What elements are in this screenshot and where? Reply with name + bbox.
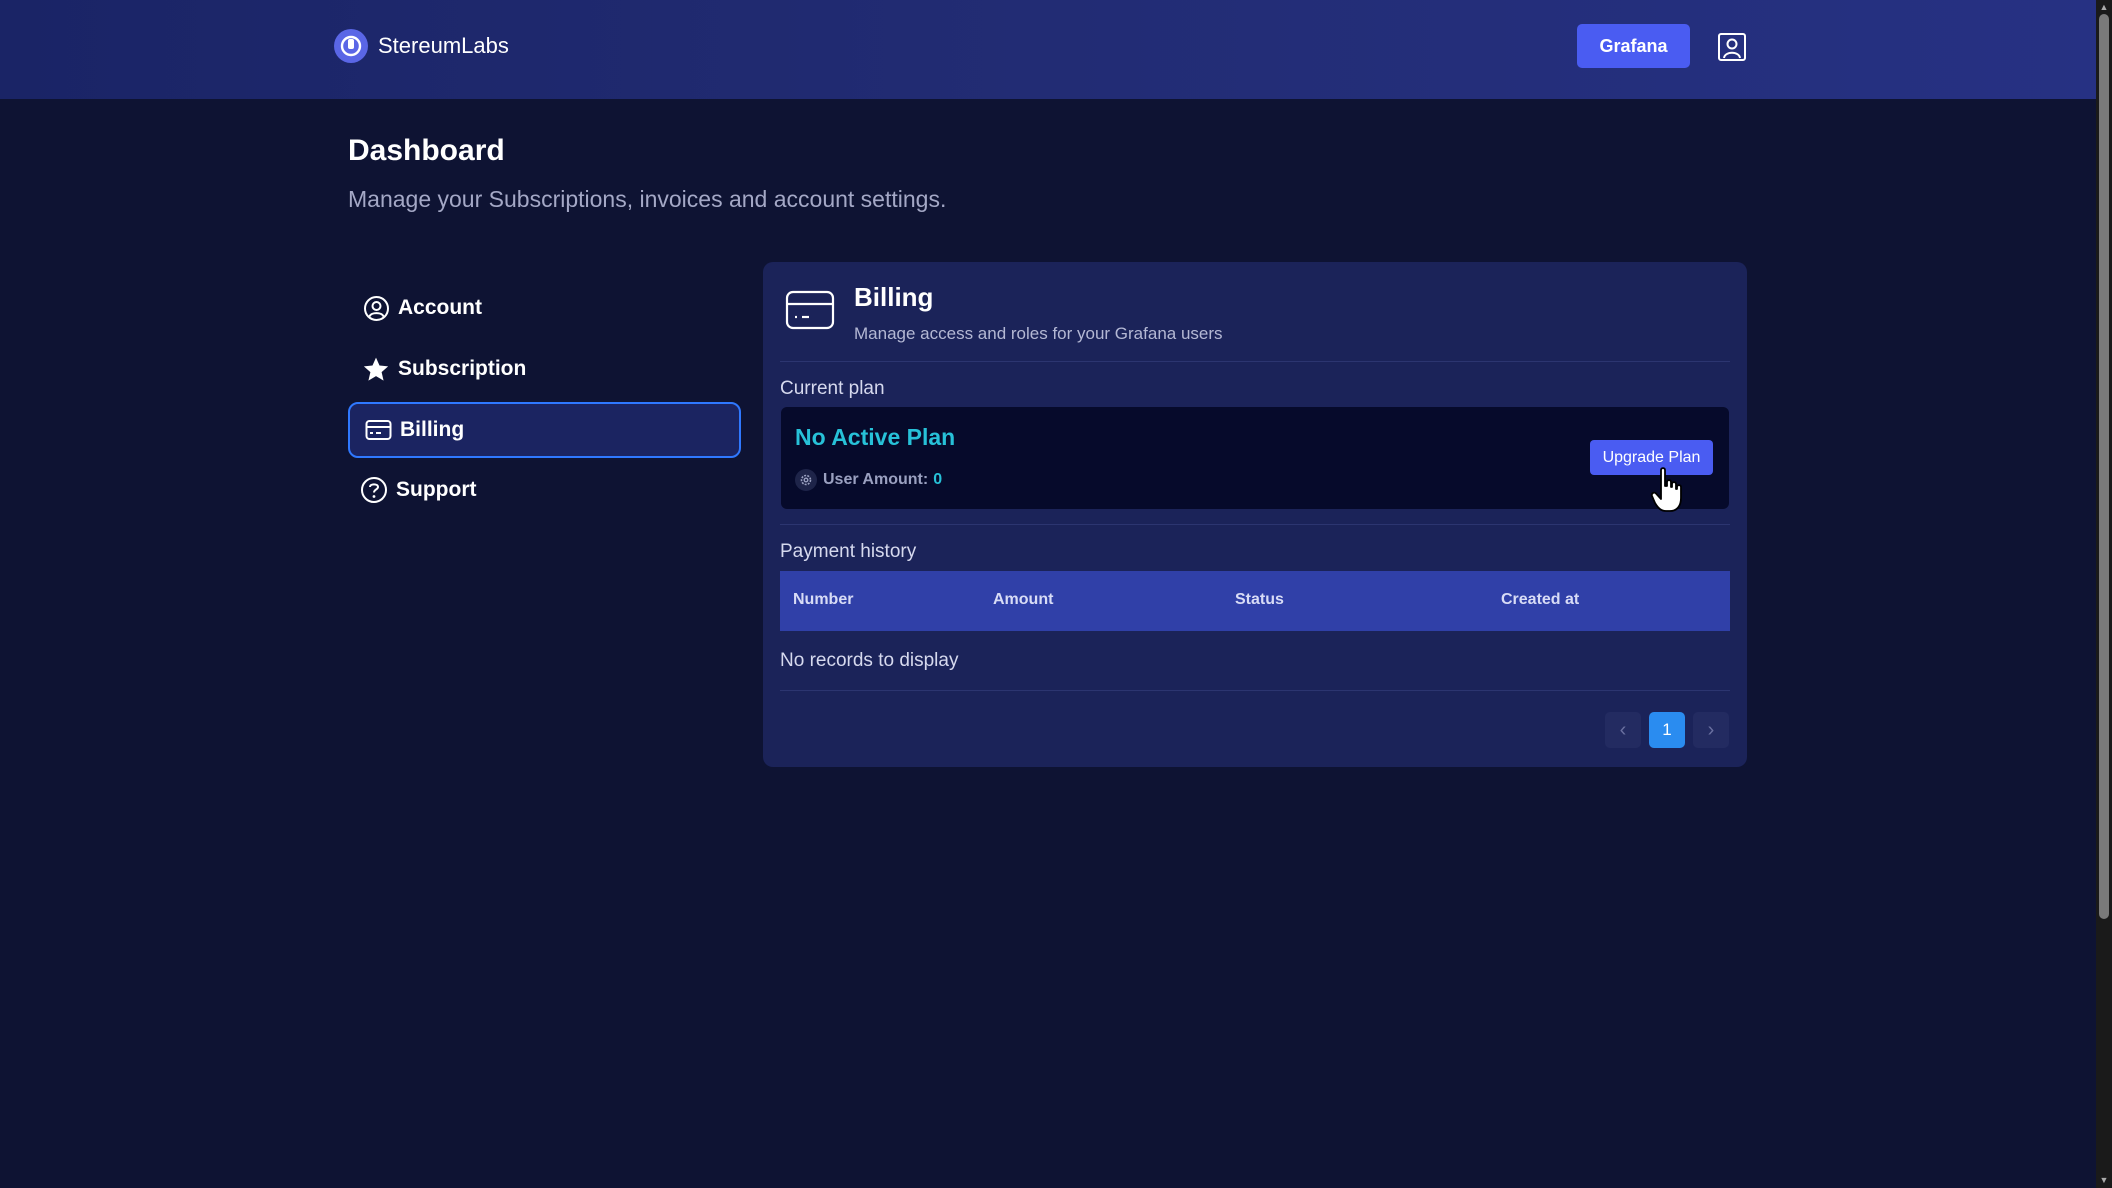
- empty-table-message: No records to display: [780, 650, 959, 671]
- brand-name: StereumLabs: [378, 33, 509, 58]
- brand[interactable]: StereumLabs: [334, 29, 509, 63]
- sidebar-item-label: Subscription: [398, 357, 527, 380]
- page-number-button[interactable]: 1: [1649, 712, 1685, 748]
- user-circle-icon: [362, 294, 390, 322]
- payment-history-label: Payment history: [780, 541, 917, 562]
- sidebar-item-label: Billing: [400, 418, 465, 441]
- credit-card-icon: [785, 290, 835, 330]
- current-plan-box: No Active Plan User Amount: 0 Upgrade Pl…: [781, 407, 1729, 509]
- chevron-right-icon: ›: [1707, 718, 1715, 741]
- star-icon: [362, 355, 390, 383]
- user-amount: User Amount: 0: [795, 469, 942, 491]
- sidebar-item-label: Account: [398, 296, 482, 319]
- sidebar-item-account[interactable]: Account: [348, 280, 741, 336]
- vertical-scrollbar[interactable]: ▲ ▼: [2096, 0, 2112, 1188]
- billing-description: Manage access and roles for your Grafana…: [854, 324, 1223, 343]
- user-amount-label: User Amount:: [823, 471, 929, 488]
- grafana-button[interactable]: Grafana: [1577, 24, 1690, 68]
- plan-name: No Active Plan: [795, 424, 956, 450]
- column-header-status[interactable]: Status: [1235, 591, 1284, 609]
- sidebar-item-billing[interactable]: Billing: [348, 402, 741, 458]
- previous-page-button[interactable]: ‹: [1605, 712, 1641, 748]
- user-profile-icon[interactable]: [1716, 31, 1747, 62]
- billing-title: Billing: [854, 282, 934, 312]
- divider: [780, 524, 1730, 525]
- page-title: Dashboard: [348, 134, 505, 167]
- scrollbar-thumb[interactable]: [2099, 14, 2109, 919]
- page-subtitle: Manage your Subscriptions, invoices and …: [348, 186, 947, 212]
- sidebar-item-label: Support: [396, 478, 477, 501]
- payment-table-header: Number Amount Status Created at: [780, 571, 1730, 631]
- scroll-up-arrow-icon[interactable]: ▲: [2099, 2, 2109, 12]
- column-header-created-at[interactable]: Created at: [1501, 591, 1579, 609]
- credit-card-icon: [364, 416, 392, 444]
- column-header-amount[interactable]: Amount: [993, 591, 1053, 609]
- scroll-down-arrow-icon[interactable]: ▼: [2099, 1175, 2109, 1185]
- question-circle-icon: [360, 476, 388, 504]
- user-amount-value: 0: [933, 471, 943, 488]
- hand-cursor-icon: [1650, 466, 1684, 514]
- sidebar-item-support[interactable]: Support: [348, 462, 741, 518]
- chevron-left-icon: ‹: [1619, 718, 1627, 741]
- page: StereumLabs Grafana Dashboard Manage you…: [0, 0, 2112, 1188]
- next-page-button[interactable]: ›: [1693, 712, 1729, 748]
- divider: [780, 361, 1730, 362]
- top-navbar: StereumLabs Grafana: [0, 0, 2096, 99]
- billing-card: Billing Manage access and roles for your…: [763, 262, 1747, 767]
- sidebar-item-subscription[interactable]: Subscription: [348, 341, 741, 397]
- gear-icon: [795, 469, 817, 491]
- stereum-logo-icon: [334, 29, 368, 63]
- column-header-number[interactable]: Number: [793, 591, 853, 609]
- divider: [780, 690, 1730, 691]
- current-plan-label: Current plan: [780, 378, 885, 399]
